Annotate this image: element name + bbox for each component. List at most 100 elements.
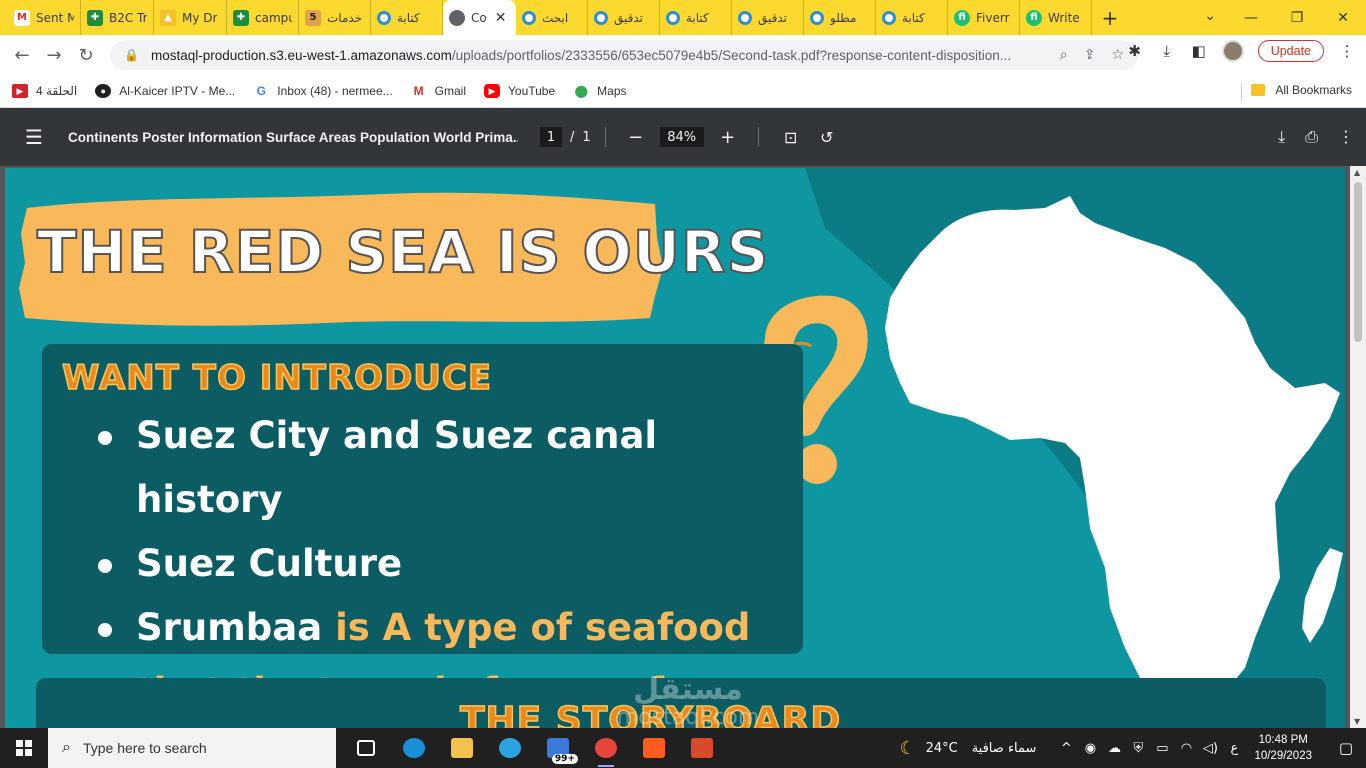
- scrollbar-thumb[interactable]: [1354, 182, 1362, 342]
- tab[interactable]: ✚ campu: [227, 0, 299, 35]
- tab[interactable]: كتابة: [371, 0, 443, 35]
- tab[interactable]: ✚ B2C Tr: [81, 0, 154, 35]
- tab-title: B2C Tr: [109, 10, 147, 25]
- vertical-scrollbar[interactable]: ▲ ▼: [1350, 166, 1366, 728]
- tab[interactable]: ابحث: [516, 0, 588, 35]
- intro-heading: WANT TO INTRODUCE: [61, 357, 493, 399]
- telegram-icon[interactable]: [486, 728, 534, 768]
- pdf-download-icon[interactable]: ⤓: [1278, 127, 1285, 147]
- poster-title: THE RED SEA IS OURS: [36, 217, 770, 287]
- tab[interactable]: تدقيق: [732, 0, 804, 35]
- extensions-icon[interactable]: ✱: [1126, 42, 1144, 60]
- wifi-icon[interactable]: ◠: [1174, 741, 1198, 756]
- bookmark-star-icon[interactable]: ☆: [1111, 47, 1124, 63]
- tab[interactable]: كتابة: [660, 0, 732, 35]
- address-bar[interactable]: 🔒 mostaql-production.s3.eu-west-1.amazon…: [110, 40, 1138, 70]
- hamburger-menu-icon[interactable]: ☰: [0, 125, 68, 149]
- tab[interactable]: تدقيق: [588, 0, 660, 35]
- tab-title: كتابة: [397, 10, 420, 25]
- pdf-toolbar: ☰ Continents Poster Information Surface …: [0, 108, 1366, 166]
- minimize-icon[interactable]: —: [1228, 0, 1274, 35]
- pdf-more-icon[interactable]: ⋮: [1338, 127, 1354, 147]
- battery-icon[interactable]: ▭: [1150, 741, 1174, 756]
- taskbar-search[interactable]: ⌕ Type here to search: [48, 728, 336, 768]
- menu-kebab-icon[interactable]: ⋮: [1338, 42, 1356, 60]
- back-icon[interactable]: ←: [6, 45, 38, 66]
- tab[interactable]: fi Fiverr: [948, 0, 1020, 35]
- start-button[interactable]: [0, 728, 48, 768]
- task-view-icon[interactable]: [342, 728, 390, 768]
- tab-active[interactable]: Co ✕: [443, 0, 516, 35]
- weather-widget[interactable]: ☾ 24°C سماء صافية: [899, 738, 1036, 759]
- chrome-icon[interactable]: [582, 728, 630, 768]
- toolbar-actions: ✱ ⤓ ◧ Update ⋮: [1126, 40, 1356, 62]
- volume-icon[interactable]: ◁): [1198, 741, 1222, 756]
- zoom-out-icon[interactable]: −: [620, 127, 652, 148]
- download-icon[interactable]: ⤓: [1158, 42, 1176, 60]
- close-tab-icon[interactable]: ✕: [495, 10, 507, 26]
- bookmark-item[interactable]: M Gmail: [410, 84, 466, 98]
- tab[interactable]: M Sent M: [8, 0, 81, 35]
- print-icon[interactable]: ⎙: [1305, 127, 1318, 147]
- search-placeholder: Type here to search: [82, 740, 207, 756]
- language-indicator[interactable]: ع: [1222, 741, 1246, 756]
- update-button[interactable]: Update: [1257, 40, 1324, 62]
- clock-time: 10:48 PM: [1258, 734, 1308, 746]
- mostaql-icon: [882, 10, 896, 25]
- reload-icon[interactable]: ↻: [70, 45, 102, 66]
- tab[interactable]: ▲ My Dr: [154, 0, 227, 35]
- tab-title: Fiverr: [976, 10, 1010, 25]
- onedrive-icon[interactable]: ☁: [1102, 741, 1126, 756]
- tab[interactable]: fi Write: [1020, 0, 1092, 35]
- office-icon[interactable]: [678, 728, 726, 768]
- tab-title: كتابة: [686, 10, 709, 25]
- lock-icon[interactable]: 🔒: [124, 48, 139, 62]
- drive-icon: ▲: [160, 9, 176, 26]
- tab-search-icon[interactable]: ⌄: [1204, 8, 1216, 24]
- security-icon[interactable]: ⛨: [1126, 741, 1150, 756]
- side-panel-icon[interactable]: ◧: [1190, 42, 1208, 60]
- rotate-icon[interactable]: ↺: [809, 128, 845, 147]
- restore-icon[interactable]: ❐: [1274, 0, 1320, 35]
- mail-icon[interactable]: 99+: [534, 728, 582, 768]
- tab[interactable]: 5 خدمات: [299, 0, 371, 35]
- bullet-item: Suez Culture: [92, 532, 792, 596]
- chevron-up-icon[interactable]: ^: [1054, 741, 1078, 756]
- pdf-viewer[interactable]: THE RED SEA IS OURS WANT TO INTRODUCE : …: [0, 166, 1366, 728]
- bookmark-item[interactable]: ▶ الحلقة 4: [12, 84, 77, 98]
- page-separator: /: [570, 129, 575, 145]
- page-number-input[interactable]: 1: [540, 127, 562, 147]
- bookmark-item[interactable]: G Inbox (48) - nermee...: [253, 84, 393, 98]
- bookmark-item[interactable]: ● Al-Kaicer IPTV - Me...: [95, 84, 235, 98]
- tab[interactable]: مطلو: [804, 0, 876, 35]
- zoom-in-icon[interactable]: +: [712, 127, 744, 148]
- scroll-up-icon[interactable]: ▲: [1354, 168, 1360, 177]
- fit-page-icon[interactable]: ⊡: [773, 128, 809, 147]
- edge-icon[interactable]: [390, 728, 438, 768]
- zoom-search-icon[interactable]: ⌕: [1060, 47, 1068, 63]
- mostaql-icon: [522, 10, 536, 25]
- close-window-icon[interactable]: ✕: [1320, 0, 1366, 35]
- tab-title: كتابة: [902, 10, 925, 25]
- file-explorer-icon[interactable]: [438, 728, 486, 768]
- all-bookmarks-button[interactable]: All Bookmarks: [1251, 83, 1352, 97]
- bookmarks-bar: ▶ الحلقة 4 ● Al-Kaicer IPTV - Me... G Inbox (…: [0, 75, 1366, 108]
- chrome-icon-glyph: [595, 738, 617, 758]
- new-tab-button[interactable]: +: [1092, 6, 1128, 30]
- notification-icon[interactable]: ▢: [1326, 739, 1366, 757]
- zoom-input[interactable]: 84%: [659, 127, 704, 147]
- profile-avatar[interactable]: [1221, 40, 1244, 62]
- bookmark-item[interactable]: ▶ YouTube: [484, 84, 555, 98]
- url-text[interactable]: mostaql-production.s3.eu-west-1.amazonaw…: [151, 48, 1044, 63]
- globe-icon: [449, 9, 465, 26]
- scroll-down-icon[interactable]: ▼: [1354, 717, 1360, 726]
- clock[interactable]: 10:48 PM 10/29/2023: [1254, 732, 1312, 764]
- poster-page: THE RED SEA IS OURS WANT TO INTRODUCE : …: [5, 168, 1345, 728]
- meet-icon[interactable]: ◉: [1078, 741, 1102, 756]
- share-icon[interactable]: ⇪: [1084, 47, 1096, 63]
- brave-icon[interactable]: [630, 728, 678, 768]
- bookmark-item[interactable]: ⬤ Maps: [573, 84, 627, 98]
- forward-icon[interactable]: →: [38, 45, 70, 66]
- tab-list: M Sent M ✚ B2C Tr ▲ My Dr ✚ campu 5 خدمات كتابة Co ✕…: [0, 0, 1092, 35]
- tab[interactable]: كتابة: [876, 0, 948, 35]
